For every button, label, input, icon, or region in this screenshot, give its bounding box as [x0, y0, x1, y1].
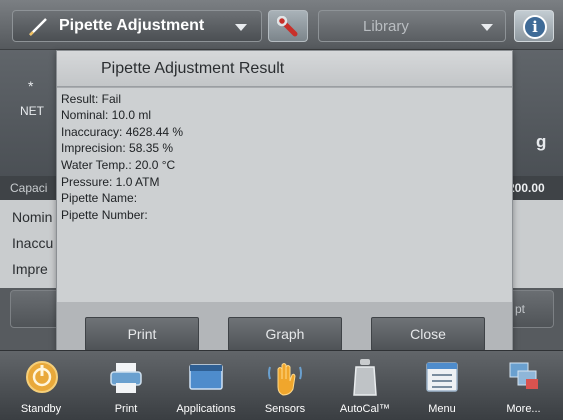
hand-sensor-icon [268, 363, 302, 396]
library-label: Library [363, 18, 409, 35]
info-icon: i [523, 15, 547, 39]
print-button-label: Print [127, 326, 157, 342]
capacity-label: Capaci [10, 181, 48, 195]
result-pressure: Pressure: 1.0 ATM [61, 175, 160, 189]
net-label: NET [20, 104, 44, 118]
applications-button[interactable]: Applications [166, 351, 246, 420]
print-tool-button[interactable]: Print [86, 351, 166, 420]
print-tool-label: Print [114, 403, 138, 415]
application-mode-dropdown[interactable]: Pipette Adjustment [12, 10, 262, 42]
result-status: Result: Fail [61, 92, 122, 106]
dialog-body: Result: Fail Nominal: 10.0 ml Inaccuracy… [57, 88, 512, 302]
menu-label: Menu [428, 403, 456, 415]
result-imprecision: Imprecision: 58.35 % [61, 141, 174, 155]
weight-icon [353, 359, 377, 396]
standby-icon [26, 361, 58, 393]
graph-button[interactable]: Graph [228, 317, 342, 351]
inaccuracy-row-label: Inaccu [12, 235, 54, 251]
printer-icon [110, 363, 142, 393]
unit-label: g [536, 132, 547, 151]
result-nominal: Nominal: 10.0 ml [61, 108, 152, 122]
more-icon [509, 362, 538, 389]
pipette-result-dialog: Pipette Adjustment Result Result: Fail N… [56, 50, 513, 353]
applications-icon [189, 364, 223, 390]
accept-button-label: pt [515, 302, 526, 316]
more-button[interactable]: More... [484, 351, 563, 420]
nominal-row-label: Nomin [12, 209, 53, 225]
standby-label: Standby [20, 403, 62, 415]
pencil-icon [29, 18, 47, 36]
capacity-value: 200.00 [508, 181, 545, 195]
chevron-down-icon [235, 24, 247, 31]
top-bar: Pipette Adjustment Library i [0, 0, 563, 50]
menu-icon [426, 362, 458, 392]
bottom-toolbar: Standby Print Applications Sensors AutoC… [0, 350, 563, 420]
chevron-down-icon [481, 24, 493, 31]
result-water-temp: Water Temp.: 20.0 °C [61, 158, 176, 172]
close-button-label: Close [410, 326, 446, 342]
dialog-header: Pipette Adjustment Result [57, 51, 512, 87]
standby-button[interactable]: Standby [0, 351, 82, 420]
autocal-label: AutoCal™ [339, 403, 391, 415]
dialog-title: Pipette Adjustment Result [101, 60, 285, 77]
close-button[interactable]: Close [371, 317, 485, 351]
sensors-button[interactable]: Sensors [246, 351, 324, 420]
result-inaccuracy: Inaccuracy: 4628.44 % [61, 125, 184, 139]
setup-button[interactable] [268, 10, 308, 42]
applications-label: Applications [176, 403, 236, 415]
print-button[interactable]: Print [85, 317, 199, 351]
mode-label: Pipette Adjustment [59, 17, 205, 34]
graph-button-label: Graph [265, 326, 305, 342]
more-label: More... [506, 403, 541, 415]
sensors-label: Sensors [264, 403, 306, 415]
stable-indicator: * [28, 78, 34, 94]
result-pipette-name: Pipette Name: [61, 191, 138, 205]
wrench-icon [277, 16, 298, 37]
imprecision-row-label: Impre [12, 261, 48, 277]
info-button[interactable]: i [514, 10, 554, 42]
menu-button[interactable]: Menu [404, 351, 480, 420]
autocal-button[interactable]: AutoCal™ [326, 351, 404, 420]
library-dropdown[interactable]: Library [318, 10, 506, 42]
result-pipette-number: Pipette Number: [61, 208, 148, 222]
balance-screen: Pipette Adjustment Library i * NET g Cap… [0, 0, 563, 420]
